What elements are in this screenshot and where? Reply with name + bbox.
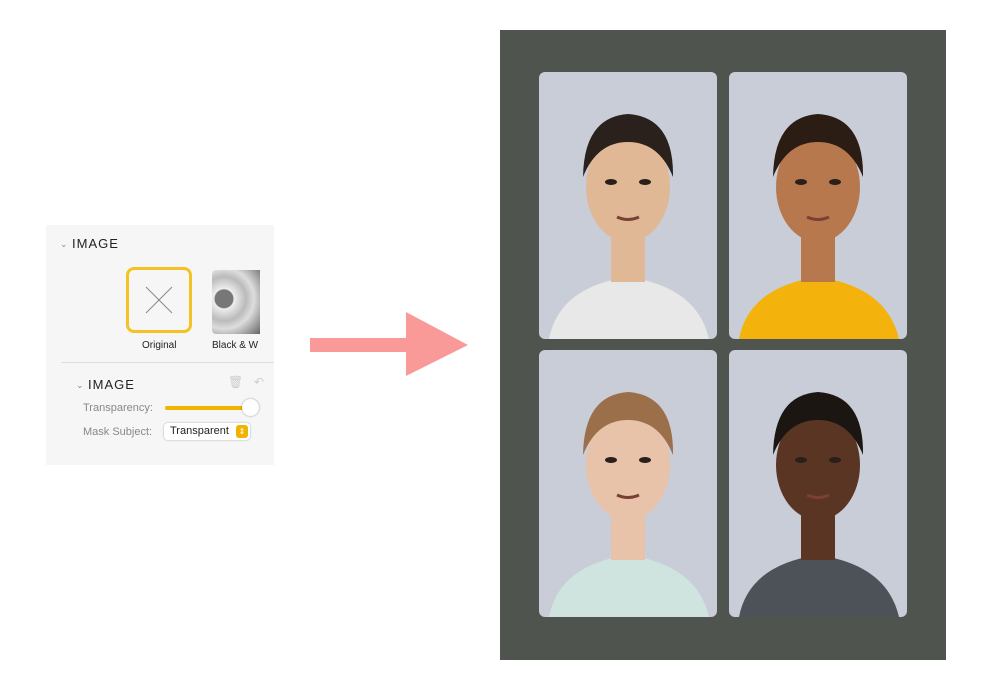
chevron-down-icon[interactable]: ⌄ [76, 380, 84, 391]
transparency-slider-knob[interactable] [242, 399, 259, 416]
portrait-image [739, 392, 899, 617]
mask-subject-value: Transparent [170, 425, 229, 437]
photo-card-portrait-man-dark-hair [539, 72, 717, 339]
filter-label-original: Original [142, 340, 177, 351]
photo-card-portrait-woman-blonde [539, 350, 717, 617]
undo-icon[interactable]: ↶ [254, 375, 264, 389]
transparency-label: Transparency: [83, 402, 153, 414]
trash-icon[interactable]: 🗑 [228, 375, 243, 389]
filter-black-white-thumb[interactable] [212, 270, 260, 334]
filter-label-bw: Black & W [212, 340, 259, 351]
none-x-icon [145, 286, 173, 314]
photo-card-portrait-woman-yellow-hoodie [729, 72, 907, 339]
sub-section-title: IMAGE [88, 377, 135, 392]
updown-chevron-icon: ⇕ [236, 425, 248, 438]
filter-original-thumb[interactable] [126, 267, 192, 333]
right-arrow-icon [310, 312, 468, 376]
section-title: IMAGE [72, 236, 119, 251]
chevron-down-icon[interactable]: ⌄ [60, 239, 68, 250]
mask-subject-label: Mask Subject: [83, 426, 153, 438]
result-canvas [500, 30, 946, 660]
transparency-slider[interactable] [165, 406, 251, 410]
photo-card-portrait-man-red-tie [729, 350, 907, 617]
portrait-image [549, 114, 709, 339]
divider [61, 362, 274, 363]
portrait-image [549, 392, 709, 617]
mask-subject-select[interactable]: Transparent ⇕ [164, 423, 250, 440]
image-inspector-panel: ⌄ IMAGE Original Black & W ⌄ IMAGE 🗑 ↶ T… [46, 225, 274, 465]
portrait-image [739, 114, 899, 339]
